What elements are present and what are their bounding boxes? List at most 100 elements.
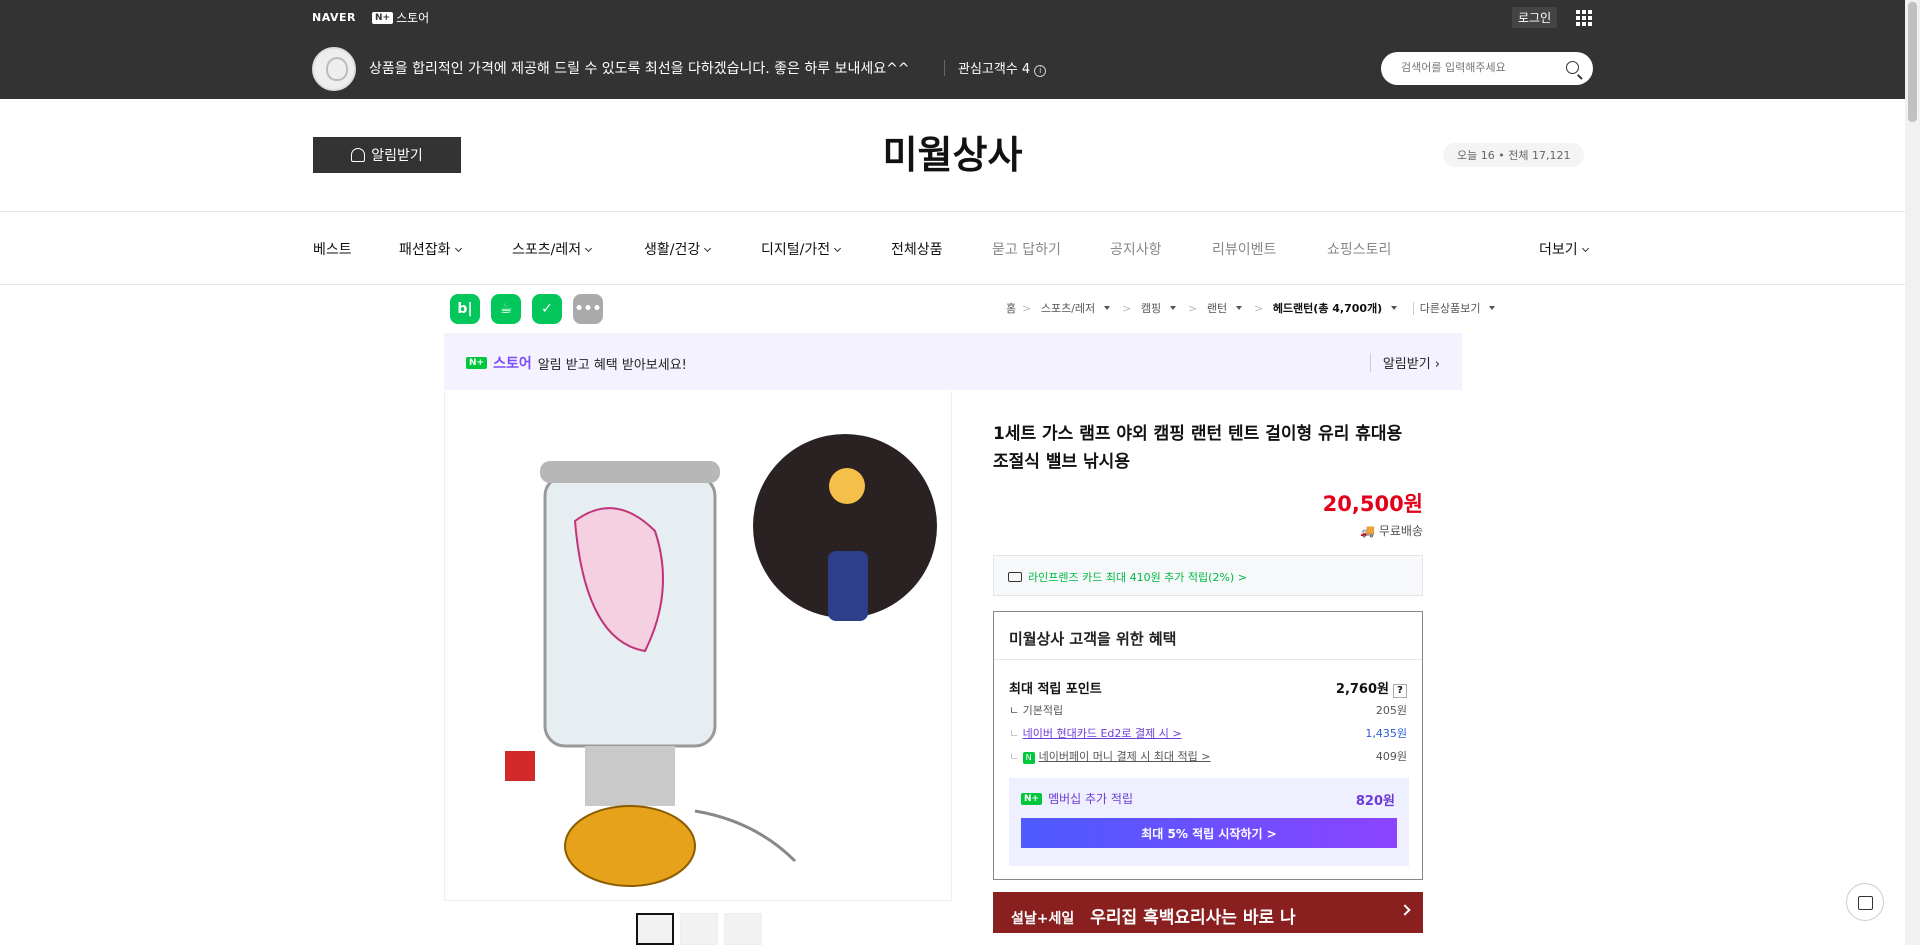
breadcrumb-separator: >	[1254, 302, 1264, 315]
shipping-info: 🚚 무료배송	[1360, 524, 1423, 538]
store-notice: 상품을 합리적인 가격에 제공해 드릴 수 있도록 최선을 다하겠습니다. 좋은…	[369, 61, 910, 77]
membership-label-text: 멤버십 추가 적립	[1048, 792, 1133, 806]
thumbnail-2[interactable]	[680, 913, 718, 945]
nav-label: 더보기	[1539, 242, 1578, 258]
product-price: 20,500원	[1322, 492, 1423, 516]
login-button[interactable]: 로그인	[1512, 7, 1558, 28]
search-input[interactable]	[1401, 61, 1561, 74]
basic-point-value: 205원	[1375, 704, 1407, 717]
nav-label: 전체상품	[891, 242, 943, 258]
nav-item-qna[interactable]: 묻고 답하기	[992, 239, 1061, 259]
sale-banner[interactable]: 설날+세일 우리집 흑백요리사는 바로 나	[993, 892, 1423, 933]
nplus-badge: N+	[371, 11, 394, 24]
nav-label: 디지털/가전	[761, 242, 831, 258]
divider	[994, 659, 1422, 660]
nav-label: 공지사항	[1110, 242, 1162, 258]
nav-label: 쇼핑스토리	[1327, 242, 1392, 258]
promo-alarm-link[interactable]: 알림받기 ›	[1369, 353, 1440, 372]
benefit-box: 미월상사 고객을 위한 혜택 최대 적립 포인트 2,760원? ㄴ 기본적립 …	[993, 611, 1423, 880]
more-icon[interactable]: •••	[573, 294, 603, 324]
nav-item-living[interactable]: 생활/건강	[644, 239, 712, 259]
divider	[944, 60, 945, 76]
basic-point-label: ㄴ 기본적립	[1009, 704, 1064, 717]
breadcrumb-label: 캠핑	[1140, 302, 1162, 315]
nav-item-more[interactable]: 더보기	[1539, 239, 1589, 259]
help-icon[interactable]: ?	[1393, 684, 1407, 698]
promo-text: 알림 받고 혜택 받아보세요!	[537, 357, 687, 373]
breadcrumb-other-products[interactable]: 다른상품보기	[1412, 302, 1502, 315]
interest-count: 관심고객수 4i	[958, 58, 1047, 77]
thumbnail-3[interactable]	[724, 913, 762, 945]
max-point-row: 최대 적립 포인트 2,760원?	[1009, 678, 1407, 698]
nav-item-best[interactable]: 베스트	[313, 239, 352, 259]
chevron-down-icon	[704, 244, 712, 253]
breadcrumb-label: 헤드랜턴(총 4,700개)	[1272, 302, 1383, 315]
promo-store-label: 스토어	[493, 356, 532, 372]
npay-money-link[interactable]: 네이버페이 머니 결제 시 최대 적립 >	[1039, 750, 1211, 763]
nav-label: 묻고 답하기	[992, 242, 1061, 258]
search-icon[interactable]	[1566, 61, 1579, 74]
breadcrumb-camping[interactable]: 캠핑	[1141, 302, 1182, 315]
chevron-down-icon	[585, 244, 593, 253]
bookmark-icon[interactable]: ✓	[532, 294, 562, 324]
nplus-store-logo[interactable]: N+ 스토어	[371, 9, 429, 26]
nav-label: 리뷰이벤트	[1212, 242, 1277, 258]
breadcrumb-sports[interactable]: 스포츠/레저	[1041, 302, 1116, 315]
thumbnail-strip	[636, 913, 762, 945]
caret-down-icon	[1489, 306, 1496, 310]
breadcrumb-lantern[interactable]: 랜턴	[1207, 302, 1248, 315]
brand-row: NAVER N+ 스토어	[312, 9, 429, 26]
nav-label: 베스트	[313, 242, 352, 258]
interest-count-label: 관심고객수 4	[958, 62, 1031, 77]
credit-card-icon	[1008, 572, 1022, 582]
chevron-down-icon	[834, 244, 842, 253]
breadcrumb-separator: >	[1188, 302, 1198, 315]
promo-alarm-label: 알림받기	[1382, 357, 1431, 372]
info-icon[interactable]: i	[1034, 65, 1047, 77]
scrollbar[interactable]	[1905, 0, 1920, 945]
sale-banner-text: 우리집 흑백요리사는 바로 나	[1090, 908, 1296, 928]
nav-item-digital[interactable]: 디지털/가전	[761, 239, 842, 259]
nav-item-all-products[interactable]: 전체상품	[891, 239, 943, 259]
nav-item-notice[interactable]: 공지사항	[1110, 239, 1162, 259]
npay-money-value: 409원	[1375, 750, 1407, 763]
sale-banner-tag: 설날+세일	[1011, 911, 1075, 927]
nav-item-review-event[interactable]: 리뷰이벤트	[1212, 239, 1276, 259]
talk-icon[interactable]: ☕	[491, 294, 521, 324]
nav-item-shopping-story[interactable]: 쇼핑스토리	[1327, 239, 1391, 259]
thumbnail-1[interactable]	[636, 913, 674, 945]
share-icon[interactable]	[1846, 883, 1884, 921]
nav-item-sports[interactable]: 스포츠/레저	[512, 239, 593, 259]
lantern-image	[505, 434, 937, 887]
breadcrumb-home[interactable]: 홈	[1006, 302, 1016, 315]
scrollbar-thumb[interactable]	[1908, 2, 1917, 122]
max-point-label: 최대 적립 포인트	[1009, 682, 1102, 697]
breadcrumb-current[interactable]: 헤드랜턴(총 4,700개)	[1273, 302, 1403, 315]
caret-down-icon	[1236, 306, 1243, 310]
nav-label: 생활/건강	[644, 242, 701, 258]
card-offer-text: 라인프렌즈 카드 최대 410원 추가 적립(2%) >	[1028, 571, 1247, 584]
hyundai-card-link[interactable]: 네이버 현대카드 Ed2로 결제 시 >	[1023, 727, 1182, 740]
blog-icon[interactable]: b|	[450, 294, 480, 324]
membership-value: 820원	[1355, 794, 1395, 809]
card-offer[interactable]: 라인프렌즈 카드 최대 410원 추가 적립(2%) >	[993, 555, 1423, 596]
hyundai-card-value: 1,435원	[1365, 727, 1407, 740]
caret-down-icon	[1391, 306, 1398, 310]
breadcrumb-label: 랜턴	[1206, 302, 1228, 315]
store-title[interactable]: 미월상사	[0, 124, 1905, 179]
max-point-amount: 2,760원	[1335, 682, 1389, 697]
nav-label: 패션잡화	[399, 242, 451, 258]
store-alarm-promo: N+ 스토어 알림 받고 혜택 받아보세요! 알림받기 ›	[444, 333, 1462, 390]
membership-start-button[interactable]: 최대 5% 적립 시작하기 >	[1021, 818, 1397, 848]
share-icons: b| ☕ ✓ •••	[450, 294, 603, 324]
nav-item-fashion[interactable]: 패션잡화	[399, 239, 462, 259]
basic-point-row: ㄴ 기본적립 205원	[1009, 702, 1407, 718]
apps-grid-icon[interactable]	[1576, 10, 1592, 26]
caret-down-icon	[1104, 306, 1111, 310]
naver-logo[interactable]: NAVER	[312, 11, 356, 24]
npay-icon: N	[1022, 752, 1035, 764]
breadcrumb-label: 다른상품보기	[1419, 302, 1481, 315]
top-bar: NAVER N+ 스토어 로그인 상품을 합리적인 가격에 제공해 드릴 수 있…	[0, 0, 1905, 99]
chevron-right-icon	[1399, 904, 1411, 916]
product-image[interactable]	[444, 391, 952, 901]
